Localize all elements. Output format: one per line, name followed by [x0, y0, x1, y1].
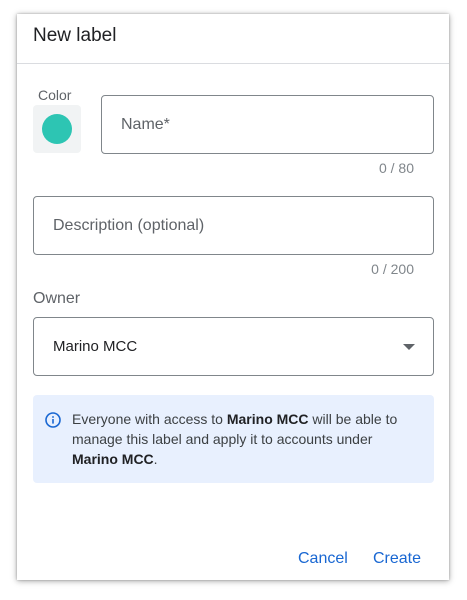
dropdown-arrow-icon [403, 344, 415, 350]
info-owner-name-1: Marino MCC [226, 411, 309, 427]
name-placeholder: Name* [121, 116, 170, 133]
color-label: Color [38, 87, 72, 103]
new-label-dialog: New label Color Name* 0 / 80 Description… [17, 14, 449, 580]
name-char-counter: 0 / 80 [378, 160, 414, 176]
name-input[interactable]: Name* [101, 95, 434, 154]
info-owner-name-2: Marino MCC [72, 451, 154, 467]
info-text-part-1: Everyone with access to [72, 411, 227, 427]
owner-label: Owner [33, 290, 81, 307]
description-input[interactable]: Description (optional) [33, 196, 434, 255]
cancel-button[interactable]: Cancel [298, 550, 348, 568]
info-message: Everyone with access to Marino MCC will … [72, 409, 422, 469]
info-icon [45, 412, 61, 428]
owner-selected-value: Marino MCC [53, 338, 138, 355]
color-picker-button[interactable] [33, 105, 81, 153]
owner-select[interactable]: Marino MCC [33, 317, 434, 376]
create-button[interactable]: Create [373, 550, 421, 568]
dialog-title: New label [33, 25, 117, 46]
dialog-header: New label [17, 14, 449, 64]
info-banner: Everyone with access to Marino MCC will … [33, 395, 434, 483]
color-swatch [42, 114, 72, 144]
description-placeholder: Description (optional) [53, 217, 205, 234]
info-text-part-3: . [153, 451, 158, 467]
description-char-counter: 0 / 200 [371, 261, 414, 277]
